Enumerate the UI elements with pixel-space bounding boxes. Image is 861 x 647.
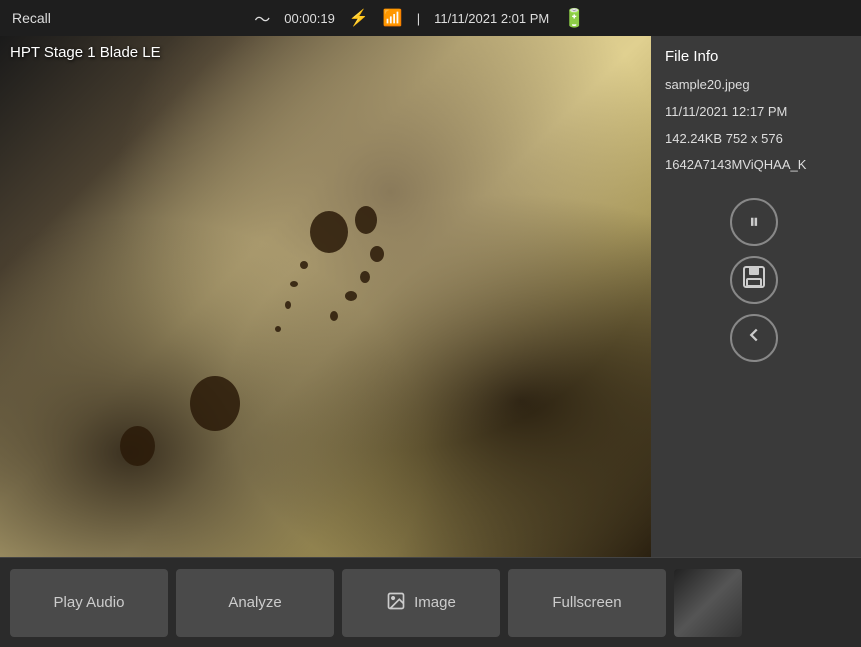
thumbnail-button[interactable] xyxy=(674,569,742,637)
save-icon xyxy=(742,265,766,295)
analyze-label: Analyze xyxy=(228,594,281,611)
blade-mark-12 xyxy=(275,326,281,332)
blade-mark-9 xyxy=(300,261,308,269)
analyze-button[interactable]: Analyze xyxy=(176,569,334,637)
blade-mark-10 xyxy=(290,281,298,287)
back-button[interactable] xyxy=(730,314,778,362)
fullscreen-button[interactable]: Fullscreen xyxy=(508,569,666,637)
file-info-filename: sample20.jpeg xyxy=(665,75,847,96)
activity-icon: 〜 xyxy=(254,6,270,30)
save-button[interactable] xyxy=(730,256,778,304)
blade-mark-6 xyxy=(330,311,338,321)
battery-icon: 🔋 xyxy=(563,8,585,29)
titlebar-center: 〜 00:00:19 ⚡ 📶 | 11/11/2021 2:01 PM 🔋 xyxy=(254,6,585,30)
blade-mark-7 xyxy=(190,376,240,431)
datetime-display: 11/11/2021 2:01 PM xyxy=(434,11,549,26)
file-info-size: 142.24KB 752 x 576 xyxy=(665,129,847,150)
video-panel: HPT Stage 1 Blade LE xyxy=(0,36,651,557)
blade-mark-11 xyxy=(285,301,291,309)
file-info-title: File Info xyxy=(665,48,847,65)
toolbar: Play Audio Analyze Image Fullscreen xyxy=(0,557,861,647)
blade-mark-8 xyxy=(120,426,155,466)
image-button[interactable]: Image xyxy=(342,569,500,637)
app-title: Recall xyxy=(12,10,51,26)
back-icon xyxy=(743,324,765,352)
file-info-datetime: 11/11/2021 12:17 PM xyxy=(665,102,847,123)
play-audio-button[interactable]: Play Audio xyxy=(10,569,168,637)
file-info-hash: 1642A7143MViQHAA_K xyxy=(665,155,847,176)
video-image xyxy=(0,36,651,557)
file-info-panel: File Info sample20.jpeg 11/11/2021 12:17… xyxy=(651,36,861,188)
play-audio-label: Play Audio xyxy=(54,594,125,611)
pause-icon: ⏸ xyxy=(749,211,759,234)
image-icon xyxy=(386,591,406,615)
image-label: Image xyxy=(414,594,456,611)
thumbnail-image xyxy=(674,569,742,637)
main-area: HPT Stage 1 Blade LE File Info sample20.… xyxy=(0,36,861,557)
blade-mark-2 xyxy=(355,206,377,234)
blade-mark-3 xyxy=(370,246,384,262)
blade-mark-4 xyxy=(360,271,370,283)
blade-mark-1 xyxy=(310,211,348,253)
titlebar: Recall 〜 00:00:19 ⚡ 📶 | 11/11/2021 2:01 … xyxy=(0,0,861,36)
fullscreen-label: Fullscreen xyxy=(552,594,621,611)
bluetooth-icon: ⚡ xyxy=(349,8,369,28)
right-panel: File Info sample20.jpeg 11/11/2021 12:17… xyxy=(651,36,861,557)
wifi-icon: 📶 xyxy=(383,8,403,28)
blade-mark-5 xyxy=(345,291,357,301)
video-label: HPT Stage 1 Blade LE xyxy=(10,44,161,61)
pause-button[interactable]: ⏸ xyxy=(730,198,778,246)
control-buttons: ⏸ xyxy=(651,188,861,372)
timer-display: 00:00:19 xyxy=(284,11,335,26)
divider: | xyxy=(417,11,420,26)
